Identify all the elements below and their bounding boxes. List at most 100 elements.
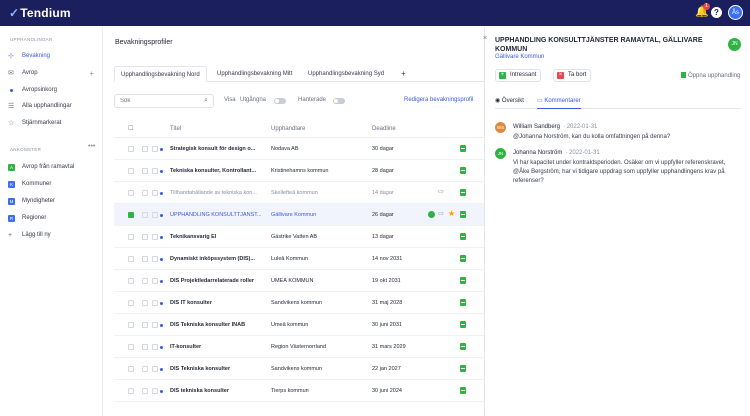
document-icon[interactable] bbox=[460, 145, 466, 152]
search-input[interactable] bbox=[114, 94, 214, 108]
document-icon[interactable] bbox=[460, 211, 466, 218]
col-buyer[interactable]: Upphandlare bbox=[271, 126, 305, 132]
sidebar-item-avropsinkorg[interactable]: Avropsinkorg bbox=[8, 84, 98, 97]
flag-icon[interactable] bbox=[152, 256, 158, 262]
row-title[interactable]: Teknikansvarig El bbox=[170, 234, 262, 240]
row-checkbox[interactable] bbox=[128, 366, 134, 372]
document-icon[interactable] bbox=[460, 365, 466, 372]
expand-icon[interactable] bbox=[142, 366, 148, 372]
expand-icon[interactable] bbox=[142, 344, 148, 350]
flag-icon[interactable] bbox=[152, 168, 158, 174]
expand-icon[interactable] bbox=[142, 212, 148, 218]
star-icon[interactable]: ★ bbox=[448, 209, 455, 218]
document-icon[interactable] bbox=[460, 167, 466, 174]
row-title[interactable]: DIS IT konsulter bbox=[170, 300, 262, 306]
table-row[interactable]: DIS tekniska konsulter Tierps kommun 30 ju… bbox=[114, 380, 484, 402]
row-checkbox[interactable] bbox=[128, 256, 134, 262]
row-checkbox[interactable] bbox=[128, 388, 134, 394]
sidebar-item-alla-upphandlingar[interactable]: ☰ Alla upphandlingar bbox=[8, 100, 98, 113]
table-row[interactable]: IT-konsulter Region Västernorrland 31 mars… bbox=[114, 336, 484, 358]
flag-icon[interactable] bbox=[152, 212, 158, 218]
tendium-logo[interactable]: ✓Tendium bbox=[9, 6, 71, 20]
document-icon[interactable] bbox=[460, 255, 466, 262]
remove-button[interactable]: × Ta bort bbox=[553, 69, 592, 82]
expand-icon[interactable] bbox=[142, 278, 148, 284]
row-title[interactable]: DIS tekniska konsulter bbox=[170, 388, 262, 394]
sidebar-item-avrop-fran-ramavtal[interactable]: A Avrop från ramavtal bbox=[8, 161, 98, 174]
table-row[interactable]: DIS Tekniska konsulter Sandvikens kommun 2… bbox=[114, 358, 484, 380]
sidebar-item-stjarnmarkerat[interactable]: ☆ Stjärnmarkerat bbox=[8, 117, 98, 130]
row-checkbox[interactable] bbox=[128, 146, 134, 152]
table-row[interactable]: DIS Projektledarrelaterade roller UMEÅ KO… bbox=[114, 270, 484, 292]
flag-icon[interactable] bbox=[152, 344, 158, 350]
comment-icon[interactable]: ▭ bbox=[438, 188, 444, 195]
help-icon[interactable]: ? bbox=[711, 7, 722, 18]
flag-icon[interactable] bbox=[152, 366, 158, 372]
sidebar-item-kommuner[interactable]: K Kommuner bbox=[8, 178, 98, 191]
table-row[interactable]: Dynamiskt inköpssystem (DIS)... Luleå Kom… bbox=[114, 248, 484, 270]
user-avatar[interactable]: Ås bbox=[728, 5, 743, 20]
add-icon[interactable]: + bbox=[89, 67, 94, 80]
expand-icon[interactable] bbox=[142, 168, 148, 174]
add-tab-button[interactable]: + bbox=[395, 66, 412, 82]
tab-syd[interactable]: Upphandlingsbevakning Syd bbox=[302, 66, 390, 82]
col-title[interactable]: Titel bbox=[170, 126, 181, 132]
row-checkbox[interactable] bbox=[128, 234, 134, 240]
row-title[interactable]: Tillhandahållande av tekniska kon... bbox=[170, 190, 262, 196]
sidebar-item-myndigheter[interactable]: M Myndigheter bbox=[8, 195, 98, 208]
tab-nord[interactable]: Upphandlingsbevakning Nord bbox=[114, 66, 207, 82]
row-title[interactable]: DIS Tekniska konsulter INAB bbox=[170, 322, 262, 328]
table-row[interactable]: Tekniska konsulter, Kontrollant... Kristi… bbox=[114, 160, 484, 182]
table-row[interactable]: Tillhandahållande av tekniska kon... Skel… bbox=[114, 182, 484, 204]
document-icon[interactable] bbox=[460, 233, 466, 240]
table-row[interactable]: DIS Tekniska konsulter INAB Umeå kommun 30… bbox=[114, 314, 484, 336]
hanterade-toggle[interactable] bbox=[333, 98, 345, 104]
comment-icon[interactable]: ▭ bbox=[438, 210, 444, 217]
tab-overview[interactable]: ◉ Översikt bbox=[495, 97, 524, 104]
table-row[interactable]: Strategisk konsult för design o... Nodava… bbox=[114, 138, 484, 160]
document-icon[interactable] bbox=[460, 299, 466, 306]
row-title[interactable]: DIS Projektledarrelaterade roller bbox=[170, 278, 262, 284]
row-checkbox[interactable] bbox=[128, 300, 134, 306]
row-title[interactable]: IT-konsulter bbox=[170, 344, 262, 350]
tab-mitt[interactable]: Upphandlingsbevakning Mitt bbox=[211, 66, 298, 82]
flag-icon[interactable] bbox=[152, 278, 158, 284]
flag-icon[interactable] bbox=[152, 234, 158, 240]
sidebar-add-new[interactable]: + Lägg till ny bbox=[8, 229, 98, 242]
row-checkbox[interactable] bbox=[128, 190, 134, 196]
expand-icon[interactable] bbox=[142, 234, 148, 240]
row-checkbox[interactable] bbox=[128, 344, 134, 350]
row-checkbox[interactable] bbox=[128, 168, 134, 174]
row-title[interactable]: Strategisk konsult för design o... bbox=[170, 146, 262, 152]
sidebar-item-avrop[interactable]: ✉ Avrop + bbox=[8, 67, 98, 80]
expand-icon[interactable] bbox=[142, 256, 148, 262]
expand-icon[interactable] bbox=[142, 300, 148, 306]
row-title[interactable]: UPPHANDLING KONSULTTJÄNST... bbox=[170, 212, 262, 218]
flag-icon[interactable] bbox=[152, 322, 158, 328]
flag-icon[interactable] bbox=[152, 146, 158, 152]
select-all-checkbox[interactable]: ☐ bbox=[128, 125, 133, 132]
sidebar-item-regioner[interactable]: R Regioner bbox=[8, 212, 98, 225]
expand-icon[interactable] bbox=[142, 146, 148, 152]
document-icon[interactable] bbox=[460, 277, 466, 284]
table-row[interactable]: Teknikansvarig El Gästrike Vatten AB 13 da… bbox=[114, 226, 484, 248]
document-icon[interactable] bbox=[460, 387, 466, 394]
sidebar-item-bevakning[interactable]: ⊹ Bevakning bbox=[8, 50, 98, 63]
flag-icon[interactable] bbox=[152, 388, 158, 394]
flag-icon[interactable] bbox=[152, 190, 158, 196]
row-checkbox[interactable] bbox=[128, 212, 134, 218]
table-row[interactable]: DIS IT konsulter Sandvikens kommun 31 maj … bbox=[114, 292, 484, 314]
col-deadline[interactable]: Deadline bbox=[372, 126, 396, 132]
assignee-avatar[interactable]: JN bbox=[728, 38, 741, 51]
expand-icon[interactable] bbox=[142, 322, 148, 328]
edit-profile-link[interactable]: Redigera bevakningsprofil bbox=[404, 97, 473, 103]
open-procurement-link[interactable]: Öppna upphandling bbox=[681, 72, 740, 79]
flag-icon[interactable] bbox=[152, 300, 158, 306]
interesting-button[interactable]: + Intressant bbox=[495, 69, 542, 82]
document-icon[interactable] bbox=[460, 189, 466, 196]
row-checkbox[interactable] bbox=[128, 322, 134, 328]
document-icon[interactable] bbox=[460, 321, 466, 328]
row-checkbox[interactable] bbox=[128, 278, 134, 284]
utgangna-toggle[interactable] bbox=[274, 98, 286, 104]
close-icon[interactable]: × bbox=[483, 35, 487, 42]
